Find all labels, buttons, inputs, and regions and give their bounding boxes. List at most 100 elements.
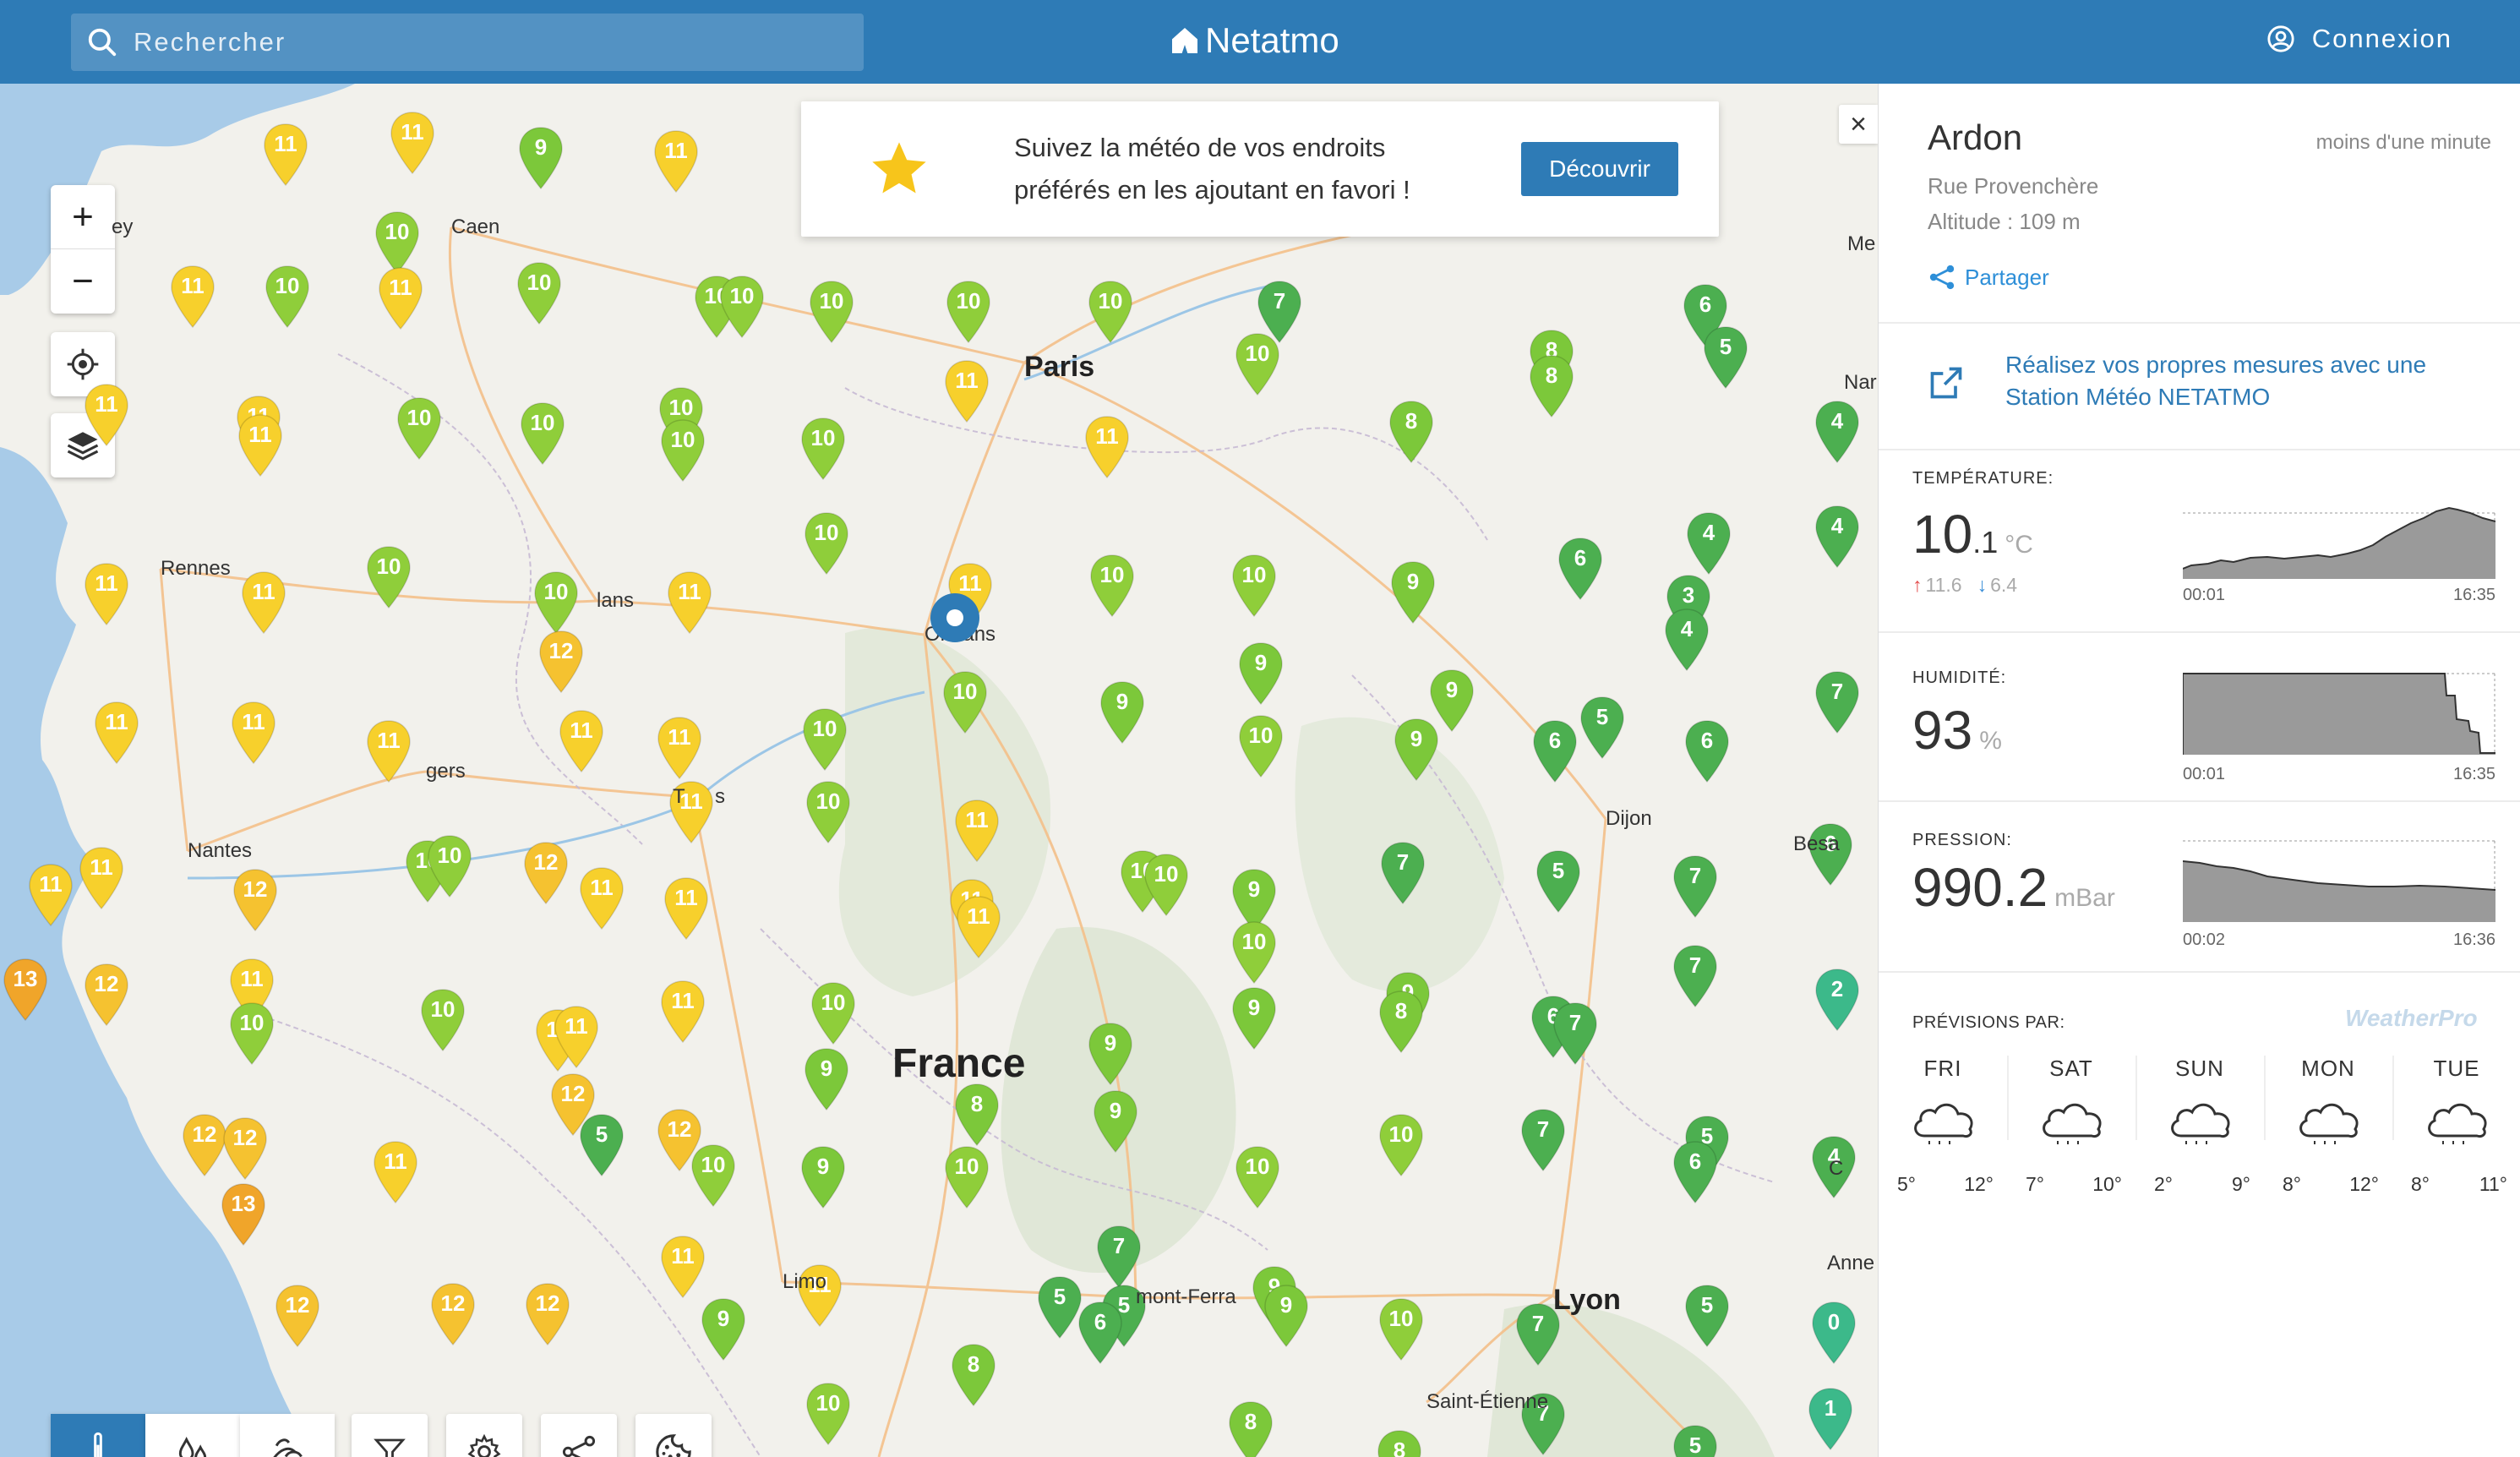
station-marker[interactable]: 11: [79, 846, 124, 910]
station-marker[interactable]: 8: [1529, 354, 1574, 418]
station-marker[interactable]: 12: [84, 963, 129, 1027]
station-marker[interactable]: 13: [3, 958, 48, 1022]
station-marker[interactable]: 10: [942, 670, 988, 734]
station-marker[interactable]: 10: [1378, 1297, 1424, 1362]
temperature-mode-button[interactable]: [51, 1414, 145, 1457]
station-marker[interactable]: 7: [1672, 944, 1718, 1008]
station-marker[interactable]: 7: [1380, 841, 1426, 905]
station-marker[interactable]: 12: [222, 1116, 268, 1181]
station-marker[interactable]: 6: [1672, 1140, 1718, 1204]
station-marker[interactable]: 5: [1703, 325, 1748, 390]
login-button[interactable]: Connexion: [2266, 24, 2452, 54]
station-marker[interactable]: 10: [374, 210, 420, 275]
station-marker[interactable]: 10: [420, 988, 466, 1052]
station-marker[interactable]: 11: [373, 1140, 418, 1204]
station-marker[interactable]: 5: [1684, 1284, 1730, 1348]
station-marker[interactable]: 10: [1235, 332, 1280, 396]
station-marker[interactable]: 7: [1552, 1001, 1598, 1066]
station-marker[interactable]: 11: [663, 876, 709, 941]
station-marker[interactable]: 9: [1099, 680, 1145, 745]
station-marker[interactable]: 5: [1579, 696, 1625, 760]
station-marker[interactable]: 10: [533, 570, 579, 635]
station-marker[interactable]: 6: [1557, 537, 1603, 601]
cookies-button[interactable]: [635, 1414, 712, 1457]
station-marker[interactable]: 12: [538, 630, 584, 694]
station-marker[interactable]: 10: [1235, 1145, 1280, 1209]
station-marker[interactable]: 11: [653, 129, 699, 194]
station-marker[interactable]: 12: [275, 1284, 320, 1348]
station-marker[interactable]: 13: [221, 1182, 266, 1247]
station-marker[interactable]: 10: [366, 545, 412, 609]
station-marker[interactable]: 11: [390, 111, 435, 175]
station-marker[interactable]: 10: [1378, 1113, 1424, 1177]
close-panel-button[interactable]: ×: [1839, 105, 1878, 144]
station-marker[interactable]: 5: [579, 1113, 625, 1177]
station-marker[interactable]: 6: [1684, 719, 1730, 783]
station-marker[interactable]: 10: [802, 707, 848, 772]
station-marker[interactable]: 2: [1814, 968, 1860, 1032]
station-marker[interactable]: 4: [1664, 608, 1710, 672]
station-marker[interactable]: 5: [1672, 1424, 1718, 1457]
station-marker[interactable]: 10: [265, 265, 310, 329]
station-marker[interactable]: 12: [430, 1282, 476, 1346]
station-marker[interactable]: 11: [1084, 415, 1130, 479]
station-marker[interactable]: 9: [1231, 986, 1277, 1050]
station-marker[interactable]: 11: [378, 266, 423, 330]
station-marker[interactable]: 4: [1814, 400, 1860, 464]
station-marker[interactable]: 8: [951, 1343, 996, 1407]
station-marker[interactable]: 10: [1089, 554, 1135, 618]
station-marker[interactable]: 11: [28, 863, 74, 927]
station-marker[interactable]: 10: [520, 401, 565, 466]
station-marker[interactable]: 11: [579, 866, 625, 930]
station-marker[interactable]: 8: [954, 1083, 1000, 1147]
station-marker[interactable]: 11: [231, 701, 276, 765]
station-marker[interactable]: 5: [1535, 849, 1581, 914]
search-input[interactable]: [134, 27, 810, 57]
station-marker[interactable]: 11: [84, 383, 129, 447]
station-marker[interactable]: 10: [1231, 554, 1277, 618]
station-marker[interactable]: 11: [170, 265, 215, 329]
station-marker[interactable]: 7: [1814, 670, 1860, 734]
station-marker[interactable]: 0: [1811, 1301, 1857, 1365]
station-marker[interactable]: 11: [954, 799, 1000, 863]
station-marker[interactable]: 9: [1263, 1284, 1309, 1348]
station-marker[interactable]: 4: [1686, 511, 1732, 576]
zoom-in-button[interactable]: +: [51, 185, 115, 249]
station-marker[interactable]: 11: [657, 716, 702, 780]
station-marker[interactable]: 12: [523, 841, 569, 905]
station-marker[interactable]: 10: [944, 1145, 990, 1209]
promo-link[interactable]: Réalisez vos propres mesures avec une St…: [1928, 349, 2479, 413]
settings-button[interactable]: [446, 1414, 522, 1457]
station-marker[interactable]: 8: [1388, 400, 1434, 464]
station-marker[interactable]: 6: [1532, 719, 1578, 783]
station-marker[interactable]: 12: [525, 1282, 570, 1346]
station-marker[interactable]: 10: [1238, 714, 1284, 778]
station-marker[interactable]: 8: [1377, 1429, 1422, 1457]
station-marker[interactable]: 10: [800, 417, 846, 481]
station-marker[interactable]: 11: [241, 570, 286, 635]
station-marker[interactable]: 9: [1390, 560, 1436, 625]
station-marker[interactable]: 11: [660, 1235, 706, 1299]
station-marker[interactable]: 10: [805, 1382, 851, 1446]
station-marker[interactable]: 9: [1088, 1022, 1133, 1086]
station-marker[interactable]: 11: [237, 413, 283, 477]
station-marker[interactable]: 10: [427, 834, 472, 898]
search-box[interactable]: [71, 14, 864, 71]
station-marker[interactable]: 10: [516, 261, 562, 325]
station-marker[interactable]: 8: [1378, 990, 1424, 1054]
station-marker[interactable]: 11: [554, 1005, 599, 1069]
station-marker[interactable]: 11: [559, 709, 604, 773]
station-marker[interactable]: 10: [804, 511, 849, 576]
station-marker[interactable]: 11: [366, 719, 412, 783]
station-marker[interactable]: 9: [701, 1297, 746, 1362]
selected-station-marker[interactable]: [928, 591, 982, 645]
station-marker[interactable]: 11: [956, 895, 1001, 959]
filter-button[interactable]: [352, 1414, 428, 1457]
station-marker[interactable]: 10: [810, 981, 856, 1045]
discover-button[interactable]: Découvrir: [1521, 142, 1678, 196]
station-marker[interactable]: 10: [690, 1143, 736, 1208]
station-marker[interactable]: 11: [84, 562, 129, 626]
station-marker[interactable]: 10: [1143, 853, 1189, 917]
station-marker[interactable]: 10: [1231, 920, 1277, 985]
station-marker[interactable]: 10: [229, 1001, 275, 1066]
